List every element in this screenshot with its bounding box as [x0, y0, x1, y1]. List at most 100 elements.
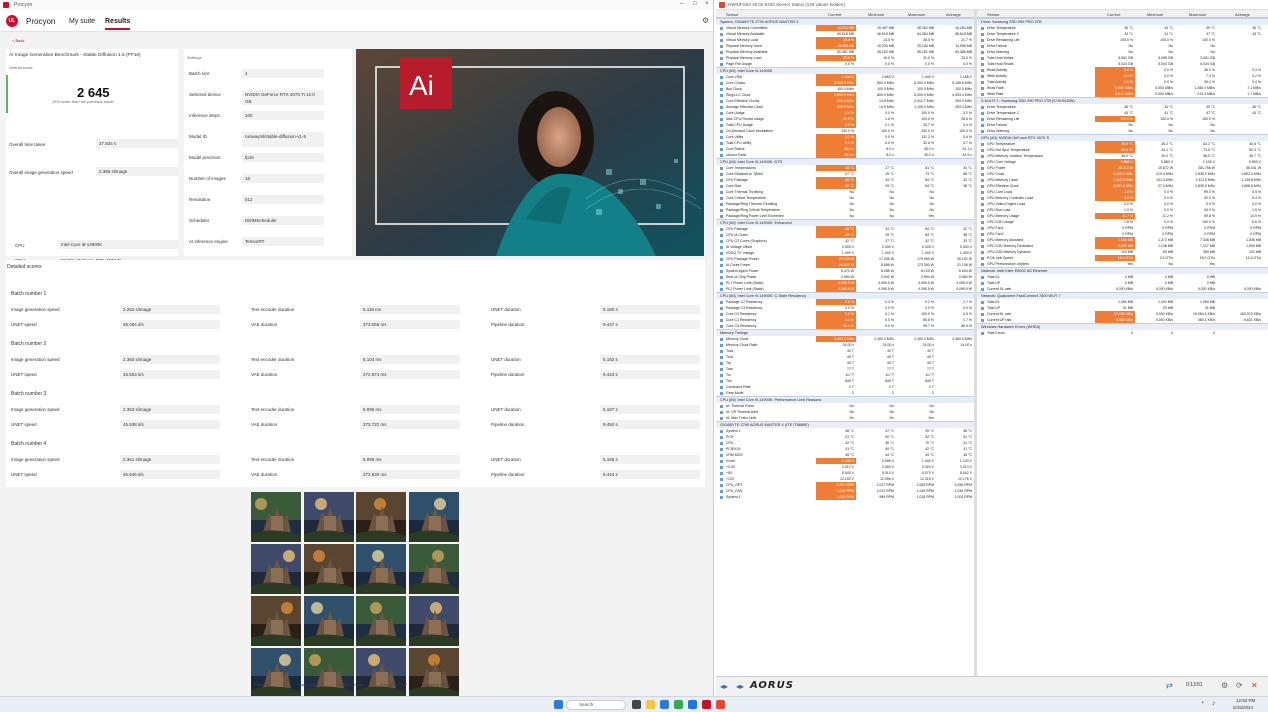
setting-value: NVIDIA GeForce RTX 4070 Ti 12.0 GB — [242, 90, 324, 105]
result-action-button[interactable]: Share image — [297, 682, 320, 687]
network-icon[interactable]: ⇄ — [1166, 681, 1173, 690]
back-link[interactable]: < Back — [12, 38, 24, 43]
nav-results[interactable]: Results — [105, 18, 131, 30]
generated-image[interactable] — [303, 492, 354, 542]
sensor-icon — [720, 129, 723, 133]
file-explorer-icon[interactable] — [646, 700, 655, 709]
store-icon[interactable] — [674, 700, 683, 709]
sensor-name: Total UP — [987, 306, 1001, 310]
column-header[interactable]: Sensor — [987, 12, 1000, 17]
clock-time[interactable]: 12:53 PM — [1236, 698, 1255, 703]
sensor-icon — [981, 105, 984, 109]
volume-icon[interactable]: ♪ — [1212, 700, 1216, 707]
sensor-group[interactable]: Windows Hardware Errors (WHEA) — [977, 323, 1268, 330]
sensor-icon — [981, 26, 984, 30]
column-header[interactable]: Minimum — [1147, 12, 1163, 17]
column-header[interactable]: Minimum — [868, 12, 884, 17]
sensor-name: Gear Mode — [726, 391, 744, 395]
gear-icon[interactable]: ⚙ — [702, 16, 709, 25]
generated-image[interactable] — [356, 544, 406, 594]
sensor-group[interactable]: Network: Qualcomm FastConnect 7800 Wi-Fi… — [977, 292, 1268, 299]
sensor-icon — [720, 214, 723, 218]
unet-label: UNET duration — [491, 307, 521, 312]
sensor-group[interactable]: S.M.A.R.T.: Samsung SSD 990 PRO 2TB (S7K… — [977, 97, 1268, 104]
sensor-name: Core C6 Residency — [726, 324, 757, 328]
sensor-icon — [981, 111, 984, 115]
unet-value: 5.166 s — [600, 455, 700, 464]
clock-date[interactable]: 5/15/2024 — [1233, 705, 1253, 710]
column-header[interactable]: Sensor — [726, 12, 739, 17]
sensor-name: Core Temperatures — [726, 166, 756, 170]
generated-image[interactable] — [408, 596, 459, 646]
result-action-button[interactable]: Export to JSON — [423, 682, 451, 687]
sensor-icon — [720, 38, 723, 42]
settings-icon[interactable]: ⚙ — [1221, 681, 1228, 690]
sensor-group[interactable]: GPU [#0]: NVIDIA GeForce RTX 4070 Ti — [977, 134, 1268, 141]
result-action-button[interactable]: Export results — [339, 682, 363, 687]
taskbar-search[interactable]: Search — [566, 700, 626, 710]
te-label: Text encoder duration — [251, 457, 295, 462]
sensor-group[interactable]: Drive: Samsung SSD 990 PRO 2TB — [977, 18, 1268, 25]
score-note: 15% lower than the previous result. — [52, 99, 115, 104]
column-header[interactable]: Current — [1107, 12, 1120, 17]
close-sensors-icon[interactable]: ✕ — [1251, 681, 1258, 690]
generated-image[interactable] — [251, 544, 301, 594]
sensor-group[interactable]: CPU [#0]: Intel Core i9-14900K: DTS — [716, 158, 974, 165]
edge-icon[interactable] — [660, 700, 669, 709]
setting-label: Model precision — [189, 155, 221, 160]
sensor-icon — [720, 410, 723, 414]
sensor-group[interactable]: Memory Timings — [716, 329, 974, 336]
sensor-group-name: Drive: Samsung SSD 990 PRO 2TB — [981, 20, 1042, 24]
sensor-group[interactable]: CPU [#0]: Intel Core i9-14900K: C-State … — [716, 292, 974, 299]
sensor-icon — [981, 244, 984, 248]
wifi-icon[interactable]: ◔ — [1200, 700, 1204, 707]
sensor-row[interactable]: System 1 1,005 RPM 989 RPM 1,018 RPM 1,004 R… — [716, 494, 974, 500]
reset-icon[interactable]: ⟳ — [1236, 681, 1243, 690]
task-view-icon[interactable] — [632, 700, 641, 709]
elapsed-time: 0:13:51 — [1186, 682, 1203, 688]
sensor-icon — [720, 111, 723, 115]
sensor-group[interactable]: Network: Intel Killer E5000 5G Ethernet — [977, 267, 1268, 274]
nav-left-icon[interactable]: ◂▸ — [720, 682, 728, 691]
sensor-row[interactable]: Total Errors 0 0 0 — [977, 330, 1268, 336]
nav-right-icon[interactable]: ◂▸ — [736, 682, 744, 691]
sensor-group[interactable]: CPU [#0]: Intel Core i9-14900K: Performa… — [716, 396, 974, 403]
column-header[interactable]: Average — [946, 12, 961, 17]
minimize-icon[interactable]: – — [680, 1, 683, 7]
generated-image[interactable] — [408, 544, 459, 594]
maximize-icon[interactable]: □ — [693, 1, 697, 7]
sensor-group[interactable]: CPU [#0]: Intel Core i9-14900K: Enhanced — [716, 219, 974, 226]
sensor-icon — [720, 471, 723, 475]
result-action-button[interactable]: Publish — [255, 682, 268, 687]
nav-my-suite[interactable]: My suite — [69, 18, 95, 25]
generated-image[interactable] — [408, 492, 459, 542]
sensor-name: Drive Failure — [987, 123, 1007, 127]
start-icon[interactable] — [554, 700, 563, 709]
hwinfo-taskbar-icon[interactable] — [716, 700, 725, 709]
sensor-group-name: Memory Timings — [720, 331, 748, 335]
sensor-icon — [720, 367, 723, 371]
generated-image[interactable] — [251, 492, 301, 542]
sensor-name: Package C2 Residency — [726, 300, 763, 304]
setting-label: AI inference engine — [189, 239, 228, 244]
column-header[interactable]: Maximum — [908, 12, 925, 17]
column-header[interactable]: Average — [1235, 12, 1250, 17]
generated-image[interactable] — [356, 492, 406, 542]
column-header[interactable]: Maximum — [1189, 12, 1206, 17]
column-header[interactable]: Current — [828, 12, 841, 17]
procyon-taskbar-icon[interactable] — [702, 700, 711, 709]
sensor-group[interactable]: GIGABYTE Z790 AORUS MASTER X (ITE IT8689… — [716, 421, 974, 428]
svg-text:Ai: Ai — [409, 70, 434, 101]
mail-icon[interactable] — [688, 700, 697, 709]
close-icon[interactable]: × — [705, 1, 709, 7]
sensor-table-right: Sensor Current Minimum Maximum Average Drive:… — [977, 10, 1268, 676]
sensor-group[interactable]: CPU [#0]: Intel Core i9-14900K — [716, 67, 974, 74]
generated-image[interactable] — [251, 596, 301, 646]
generated-image[interactable] — [356, 596, 406, 646]
result-action-button[interactable]: Export as PDF — [381, 682, 407, 687]
generated-image[interactable] — [303, 544, 354, 594]
sensor-icon — [720, 287, 723, 291]
sensor-group-name: S.M.A.R.T.: Samsung SSD 990 PRO 2TB (S7K… — [981, 99, 1075, 103]
sensor-group[interactable]: System: GIGABYTE Z790 AORUS MASTER X — [716, 18, 974, 25]
generated-image[interactable] — [303, 596, 354, 646]
